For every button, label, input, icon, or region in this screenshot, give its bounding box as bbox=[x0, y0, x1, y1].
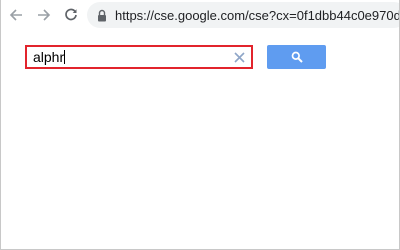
search-row: alphr bbox=[1, 40, 399, 80]
search-query-text: alphr bbox=[33, 49, 65, 65]
clear-x-icon bbox=[233, 51, 245, 63]
search-button[interactable] bbox=[267, 45, 326, 69]
address-bar[interactable]: https://cse.google.com/cse?cx=0f1dbb44c0… bbox=[87, 2, 400, 28]
browser-toolbar: https://cse.google.com/cse?cx=0f1dbb44c0… bbox=[1, 0, 400, 30]
text-caret bbox=[64, 50, 66, 64]
clear-search-button[interactable] bbox=[231, 49, 247, 65]
reload-button[interactable] bbox=[61, 5, 81, 25]
forward-arrow-icon bbox=[38, 9, 51, 21]
browser-window: https://cse.google.com/cse?cx=0f1dbb44c0… bbox=[0, 0, 400, 250]
back-arrow-icon bbox=[9, 9, 22, 21]
forward-button[interactable] bbox=[34, 5, 54, 25]
lock-icon bbox=[98, 9, 106, 21]
back-button[interactable] bbox=[6, 5, 26, 25]
reload-icon bbox=[65, 8, 77, 21]
magnifier-icon bbox=[291, 51, 303, 63]
url-text: https://cse.google.com/cse?cx=0f1dbb44c0… bbox=[115, 7, 400, 23]
search-box[interactable]: alphr bbox=[25, 45, 253, 69]
search-input[interactable]: alphr bbox=[27, 49, 231, 65]
